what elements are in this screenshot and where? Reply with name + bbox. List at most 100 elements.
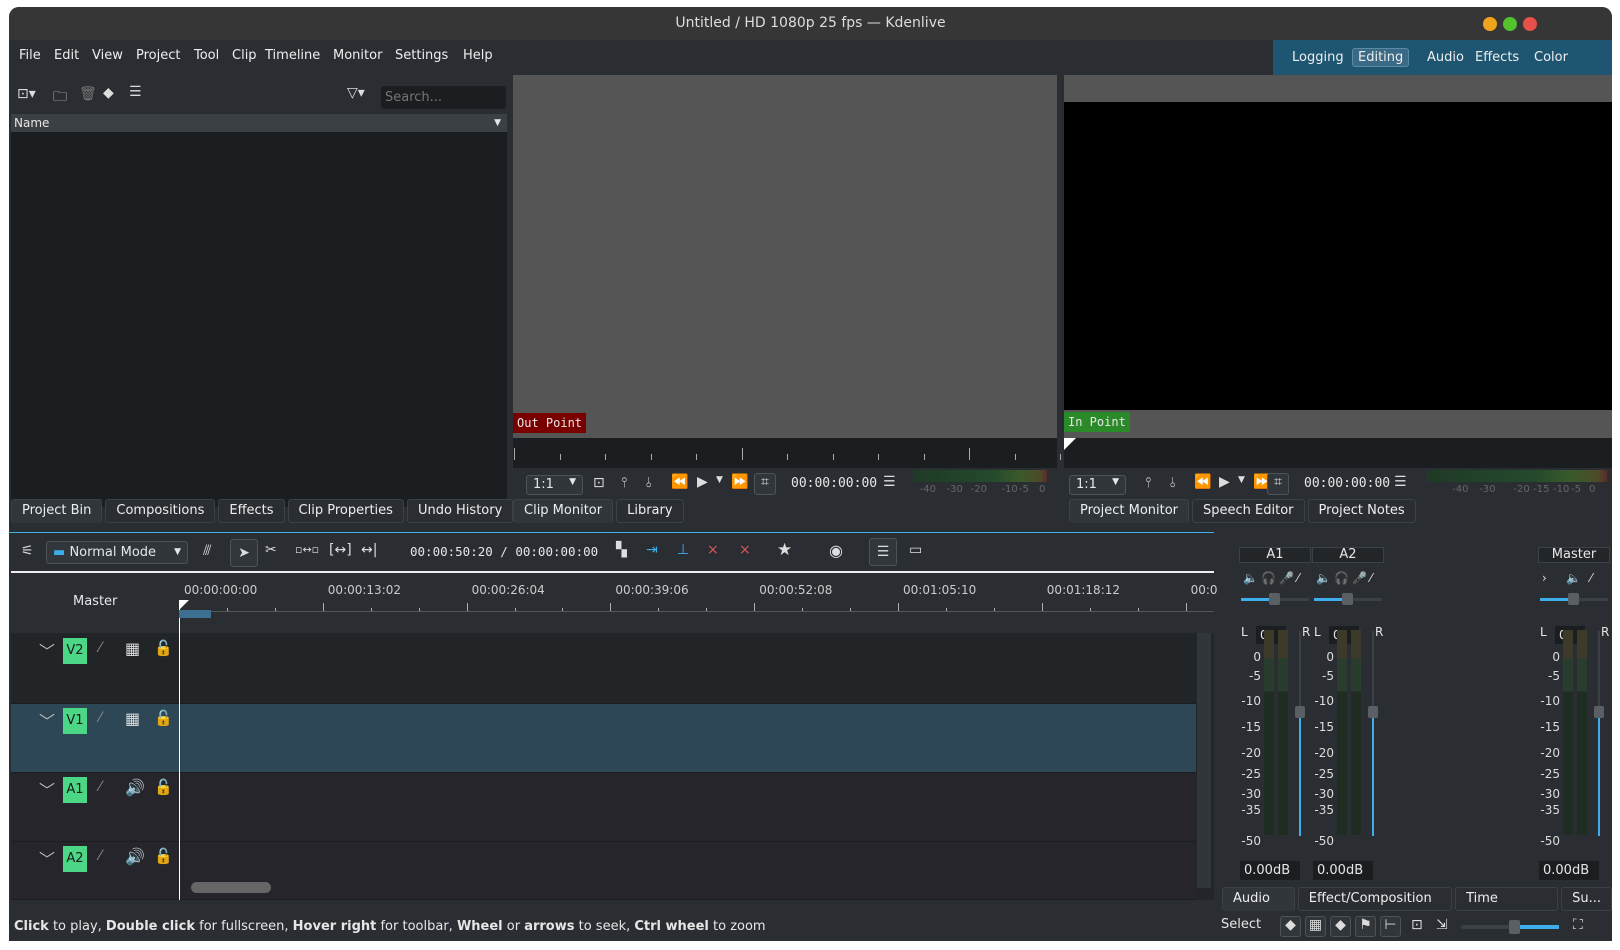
tag-icon[interactable]: ◆ [103,85,114,101]
solo-icon[interactable]: 🎧 [1261,571,1276,585]
gain-fader-handle[interactable] [1295,706,1305,718]
tab-clip-monitor[interactable]: Clip Monitor [513,499,614,523]
speaker-icon[interactable]: 🔊 [125,778,145,797]
rewind-icon[interactable]: ⏪ [1194,474,1211,490]
menu-monitor[interactable]: Monitor [333,48,382,63]
subtitle-icon[interactable]: ▭ [909,542,922,558]
zoom-select[interactable]: 1:1 ▼ [1069,475,1126,495]
track-header[interactable]: ﹀ V1 ⁄ ▦ 🔓 [11,704,179,772]
set-in-icon[interactable]: ⫯ [1145,475,1151,491]
volume-slider-handle[interactable] [1342,593,1353,605]
menu-edit[interactable]: Edit [54,48,79,63]
gain-spinbox[interactable]: 0.00dB [1539,861,1599,880]
mute-icon[interactable]: 🔈 [1243,571,1258,585]
workspace-editing[interactable]: Editing [1352,48,1410,67]
tab-project-notes[interactable]: Project Notes [1307,499,1416,523]
volume-slider-handle[interactable] [1568,593,1579,605]
effects-wand-icon[interactable]: ⁄ [1297,571,1299,585]
overwrite-icon[interactable]: ⊥ [677,542,689,558]
gain-spinbox[interactable]: 0.00dB [1240,861,1300,880]
menu-tool[interactable]: Tool [194,48,219,63]
effects-wand-icon[interactable]: ⁄ [99,640,101,656]
play-icon[interactable]: ▶ [697,474,708,490]
tab-speech-editor[interactable]: Speech Editor [1192,499,1305,523]
film-icon[interactable]: ▦ [125,709,140,728]
zoom-select[interactable]: 1:1 ▼ [526,475,583,495]
delete-icon[interactable]: 🗑 [79,86,97,102]
play-options-icon[interactable]: ▼ [716,475,723,485]
zone-marker[interactable] [179,610,211,618]
speaker-icon[interactable]: 🔊 [125,847,145,866]
play-options-icon[interactable]: ▼ [1238,475,1245,485]
track-name-badge[interactable]: A1 [63,777,87,803]
project-monitor-ruler[interactable] [1064,438,1612,468]
menu-file[interactable]: File [19,48,41,63]
film-icon[interactable]: ▦ [1305,916,1326,937]
zoom-slider-handle[interactable] [1508,920,1520,934]
timeline-position[interactable]: 00:00:50:20 / 00:00:00:00 [410,544,598,559]
monitor-menu-icon[interactable]: ☰ [883,474,896,490]
effects-wand-icon[interactable]: ⁄ [99,710,101,726]
track-header[interactable]: ﹀ A1 ⁄ 🔊 🔓 [11,773,179,841]
razor-icon[interactable]: ✂ [265,542,277,558]
project-monitor-screen[interactable] [1064,102,1612,410]
track-settings-icon[interactable]: ⚟ [21,543,34,559]
edit-mode-select[interactable]: ▬ Normal Mode ▼ [46,541,188,564]
timecode-field[interactable]: 00:00:00:00 [791,476,877,491]
collapse-chevron-icon[interactable]: ﹀ [39,777,55,801]
workspace-color[interactable]: Color [1528,48,1574,67]
track-header[interactable]: ﹀ A2 ⁄ 🔊 🔓 [11,842,179,899]
new-folder-icon[interactable]: 🗀 [53,86,67,110]
menu-project[interactable]: Project [136,48,180,63]
effects-wand-icon[interactable]: ⁄ [1590,571,1592,585]
slip-icon[interactable]: ↔| [361,542,377,558]
set-in-icon[interactable]: ⫯ [621,475,627,491]
add-clip-icon[interactable]: ⊡▾ [17,86,36,102]
split-view-icon[interactable]: ▚ [616,542,627,558]
insert-icon[interactable]: ⇥ [646,542,658,558]
name-column-header[interactable]: Name ▼ [11,114,507,132]
clip-monitor-view[interactable] [513,75,1057,438]
volume-slider[interactable] [1314,593,1382,605]
tab-effect-composition[interactable]: Effect/Composition ... [1297,887,1453,928]
collapse-chevron-icon[interactable]: ﹀ [39,708,55,732]
zoom-in-icon[interactable]: ⛶ [1573,917,1583,933]
mute-icon[interactable]: 🔈 [1566,571,1581,585]
tab-project-bin[interactable]: Project Bin [11,499,103,523]
select-tool-icon[interactable]: ➤ [230,539,258,567]
track-name-badge[interactable]: A2 [63,846,87,872]
effects-wand-icon[interactable]: ⁄ [99,848,101,864]
effects-wand-icon[interactable]: ⁄ [99,779,101,795]
project-monitor-view[interactable] [1064,75,1612,438]
favorite-effects-icon[interactable]: ★ [777,540,792,560]
play-icon[interactable]: ▶ [1219,474,1230,490]
fullscreen-icon[interactable]: ⊡ [593,475,605,491]
set-out-icon[interactable]: ⫰ [1170,475,1176,491]
volume-slider-handle[interactable] [1269,593,1280,605]
tag-icon[interactable]: ◆ [1280,916,1301,937]
playhead[interactable] [179,600,180,900]
zoom-out-icon[interactable]: ⇲ [1436,917,1448,933]
tab-undo-history[interactable]: Undo History [406,499,514,523]
solo-icon[interactable]: 🎧 [1334,571,1349,585]
workspace-effects[interactable]: Effects [1469,48,1525,67]
track-v2[interactable]: ﹀ V2 ⁄ ▦ 🔓 [11,634,1196,704]
spacer-tool-icon[interactable]: ▫↔▫ [295,543,319,556]
record-icon[interactable]: 🎤 [1352,571,1367,585]
mixer-toggle-icon[interactable]: ☰ [869,538,897,566]
zoom-fit-icon[interactable]: ⊡ [1411,917,1423,933]
lift-icon[interactable]: × [707,542,719,558]
playhead-marker[interactable] [1064,438,1076,450]
menu-view[interactable]: View [92,48,123,63]
ripple-icon[interactable]: [↔] [329,542,352,558]
track-a1[interactable]: ﹀ A1 ⁄ 🔊 🔓 [11,773,1196,842]
menu-help[interactable]: Help [463,48,493,63]
clip-monitor-ruler[interactable] [513,438,1061,468]
expand-icon[interactable]: › [1542,571,1547,585]
gain-fader-handle[interactable] [1594,706,1604,718]
track-name-badge[interactable]: V2 [63,638,87,664]
tab-time-rema[interactable]: Time Rema... [1455,887,1559,928]
track-header[interactable]: ﹀ V2 ⁄ ▦ 🔓 [11,634,179,703]
lock-icon[interactable]: 🔓 [154,709,173,727]
collapse-chevron-icon[interactable]: ﹀ [39,638,55,662]
